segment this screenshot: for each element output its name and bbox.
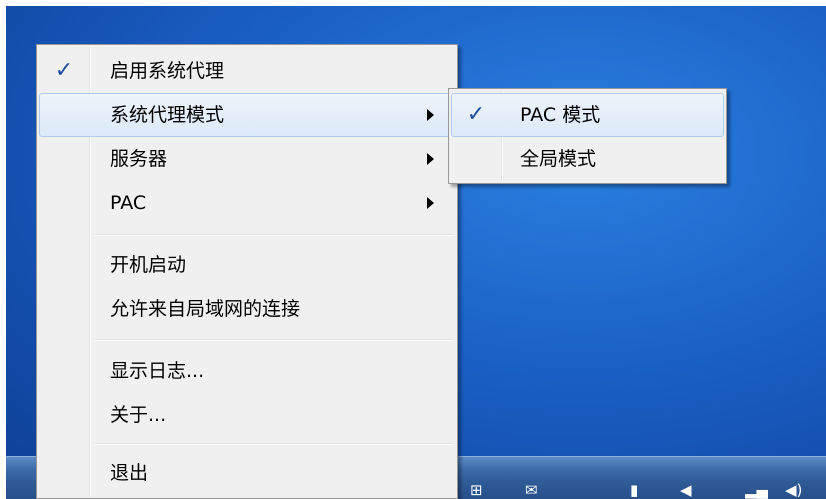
tray-context-menu: ✓ 启用系统代理 系统代理模式 服务器 PAC 开机启动 允许来自局域网的连接 … xyxy=(36,44,458,499)
volume-mute-icon[interactable]: ◀ xyxy=(680,482,692,499)
menu-item-global-mode[interactable]: 全局模式 xyxy=(451,137,724,181)
menu-item-pac[interactable]: PAC xyxy=(39,181,455,225)
submenu-arrow-icon xyxy=(427,109,434,121)
menu-item-system-proxy-mode[interactable]: 系统代理模式 xyxy=(39,93,455,137)
submenu-arrow-icon xyxy=(427,153,434,165)
menu-item-allow-lan[interactable]: 允许来自局域网的连接 xyxy=(39,287,455,331)
menu-item-show-logs[interactable]: 显示日志... xyxy=(39,349,455,393)
menu-item-label: 允许来自局域网的连接 xyxy=(110,298,301,320)
network-icon[interactable]: ⊞ xyxy=(470,482,483,499)
menu-item-label: 开机启动 xyxy=(110,254,187,276)
menu-item-about[interactable]: 关于... xyxy=(39,393,455,437)
check-icon: ✓ xyxy=(466,102,486,127)
menu-item-label: 全局模式 xyxy=(520,148,597,170)
menu-separator xyxy=(95,339,453,341)
signal-icon[interactable]: ▂▄ xyxy=(745,482,768,499)
check-icon: ✓ xyxy=(54,58,74,83)
menu-item-label: 关于... xyxy=(110,404,167,426)
menu-item-label: PAC xyxy=(110,192,147,214)
screen: ⊞ ✉ ▮ ◀ ▂▄ ◀) ✓ 启用系统代理 系统代理模式 服务器 PAC 开机… xyxy=(0,0,826,499)
menu-item-pac-mode[interactable]: ✓ PAC 模式 xyxy=(451,93,724,137)
submenu-arrow-icon xyxy=(427,197,434,209)
menu-item-label: 系统代理模式 xyxy=(110,104,225,126)
menu-separator xyxy=(95,234,453,236)
menu-item-enable-system-proxy[interactable]: ✓ 启用系统代理 xyxy=(39,49,455,93)
menu-item-label: 服务器 xyxy=(110,148,168,170)
menu-item-quit[interactable]: 退出 xyxy=(39,451,455,495)
menu-item-label: 退出 xyxy=(110,462,149,484)
proxy-mode-submenu: ✓ PAC 模式 全局模式 xyxy=(448,88,727,184)
usb-icon[interactable]: ▮ xyxy=(630,482,638,499)
menu-item-label: 启用系统代理 xyxy=(110,60,225,82)
speaker-icon[interactable]: ◀) xyxy=(785,482,802,499)
menu-item-label: PAC 模式 xyxy=(520,104,601,126)
mail-icon[interactable]: ✉ xyxy=(525,482,538,499)
menu-item-servers[interactable]: 服务器 xyxy=(39,137,455,181)
menu-separator xyxy=(95,443,453,445)
menu-item-label: 显示日志... xyxy=(110,360,205,382)
menu-item-start-on-boot[interactable]: 开机启动 xyxy=(39,243,455,287)
